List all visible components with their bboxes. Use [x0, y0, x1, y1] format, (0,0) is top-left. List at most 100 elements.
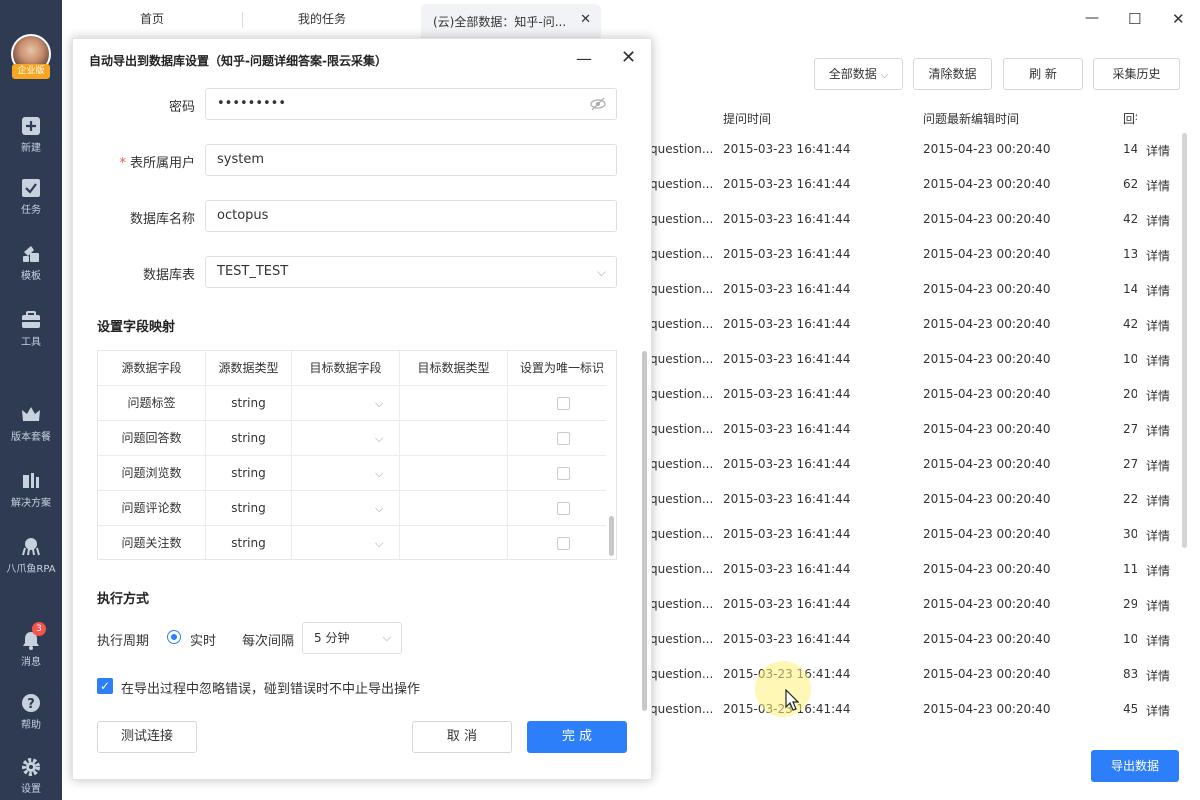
- mapping-target-type: [400, 386, 508, 421]
- ignore-errors-checkbox[interactable]: ✓: [97, 678, 113, 694]
- mapping-target-type: [400, 526, 508, 559]
- sidebar-item-tasks[interactable]: 任务: [0, 178, 62, 216]
- unique-key-checkbox[interactable]: [557, 467, 570, 480]
- detail-link[interactable]: 详情: [1146, 492, 1170, 509]
- detail-link[interactable]: 详情: [1146, 457, 1170, 474]
- tab-my-tasks[interactable]: 我的任务: [298, 10, 346, 32]
- minimize-window-icon[interactable]: —: [1085, 10, 1099, 26]
- sidebar-item-new[interactable]: 新建: [0, 116, 62, 154]
- maximize-window-icon[interactable]: ☐: [1128, 10, 1141, 28]
- detail-link[interactable]: 详情: [1146, 527, 1170, 544]
- cell-answer-count: 144: [1123, 282, 1137, 296]
- sidebar-item-rpa[interactable]: 八爪鱼RPA: [0, 537, 62, 575]
- mapping-source-field: 问题评论数: [98, 491, 206, 526]
- detail-link[interactable]: 详情: [1146, 597, 1170, 614]
- column-header-edit-time[interactable]: 问题最新编辑时间: [923, 110, 1019, 127]
- mapping-source-field: 问题回答数: [98, 421, 206, 456]
- export-settings-dialog: 自动导出到数据库设置（知乎-问题详细答案-限云采集） — ✕ 密码 ••••••…: [72, 38, 652, 780]
- mapping-scrollbar[interactable]: [609, 516, 614, 556]
- mapping-target-field-select[interactable]: [292, 421, 400, 456]
- detail-link[interactable]: 详情: [1146, 632, 1170, 649]
- done-button[interactable]: 完 成: [527, 721, 627, 753]
- detail-link[interactable]: 详情: [1146, 212, 1170, 229]
- cell-answer-count: 427: [1123, 317, 1137, 331]
- sidebar-item-settings[interactable]: 设置: [0, 757, 62, 795]
- unique-key-checkbox[interactable]: [557, 502, 570, 515]
- sidebar-item-solutions[interactable]: 解决方案: [0, 471, 62, 509]
- dbname-field[interactable]: octopus: [205, 200, 617, 232]
- sidebar-item-help[interactable]: ? 帮助: [0, 693, 62, 731]
- cell-ask-time: 2015-03-23 16:41:44: [723, 177, 851, 191]
- detail-link[interactable]: 详情: [1146, 317, 1170, 334]
- history-button[interactable]: 采集历史: [1093, 58, 1180, 90]
- mapping-target-field-select[interactable]: [292, 526, 400, 559]
- minimize-icon[interactable]: —: [576, 49, 592, 68]
- cell-answer-count: 200: [1123, 387, 1137, 401]
- cell-ask-time: 2015-03-23 16:41:44: [723, 492, 851, 506]
- export-data-button[interactable]: 导出数据: [1091, 750, 1179, 782]
- table-scrollbar[interactable]: [1182, 133, 1187, 548]
- close-icon[interactable]: ✕: [621, 47, 636, 68]
- close-icon[interactable]: ✕: [580, 12, 591, 27]
- mapping-target-type: [400, 421, 508, 456]
- detail-link[interactable]: 详情: [1146, 142, 1170, 159]
- password-field[interactable]: •••••••••: [205, 88, 617, 120]
- sidebar-item-messages[interactable]: 3 消息: [0, 622, 62, 668]
- detail-link[interactable]: 详情: [1146, 247, 1170, 264]
- chevron-down-icon: ⌵: [880, 70, 889, 81]
- unique-key-checkbox[interactable]: [557, 432, 570, 445]
- tab-home[interactable]: 首页: [140, 10, 164, 32]
- cell-ask-time: 2015-03-23 16:41:44: [723, 562, 851, 576]
- column-header-answers[interactable]: 回答: [1123, 110, 1137, 127]
- detail-link[interactable]: 详情: [1146, 177, 1170, 194]
- exec-period-label: 执行周期: [97, 634, 150, 649]
- cell-question-url: question...: [650, 317, 714, 331]
- mapping-header-row: 源数据字段 源数据类型 目标数据字段 目标数据类型 设置为唯一标识: [98, 351, 606, 386]
- detail-link[interactable]: 详情: [1146, 702, 1170, 719]
- test-connection-button[interactable]: 测试连接: [97, 721, 197, 753]
- detail-link[interactable]: 详情: [1146, 352, 1170, 369]
- mapping-row: 问题关注数 string ⌵: [98, 526, 606, 559]
- column-header-ask-time[interactable]: 提问时间: [723, 110, 771, 127]
- mapping-target-field-select[interactable]: [292, 456, 400, 491]
- unique-key-checkbox[interactable]: [557, 537, 570, 550]
- realtime-label[interactable]: 实时: [190, 630, 216, 649]
- detail-link[interactable]: 详情: [1146, 562, 1170, 579]
- cell-edit-time: 2015-04-23 00:20:40: [923, 597, 1051, 611]
- cell-edit-time: 2015-04-23 00:20:40: [923, 352, 1051, 366]
- cell-edit-time: 2015-04-23 00:20:40: [923, 457, 1051, 471]
- clear-data-button[interactable]: 清除数据: [913, 58, 992, 90]
- avatar[interactable]: 企业版: [11, 34, 51, 79]
- cell-ask-time: 2015-03-23 16:41:44: [723, 317, 851, 331]
- cell-edit-time: 2015-04-23 00:20:40: [923, 177, 1051, 191]
- mapping-target-field-select[interactable]: [292, 491, 400, 526]
- detail-link[interactable]: 详情: [1146, 667, 1170, 684]
- dbtable-select[interactable]: TEST_TEST ⌵: [205, 256, 617, 288]
- mapping-header-target-field: 目标数据字段: [292, 351, 400, 386]
- dialog-scrollbar[interactable]: [642, 351, 647, 711]
- eye-hidden-icon[interactable]: [590, 89, 606, 130]
- cancel-button[interactable]: 取 消: [412, 721, 512, 753]
- sidebar-item-plans[interactable]: 版本套餐: [0, 405, 62, 443]
- unique-key-checkbox[interactable]: [557, 397, 570, 410]
- tab-active-data[interactable]: (云)全部数据：知乎-问... ✕: [421, 4, 601, 38]
- interval-select[interactable]: 5 分钟 ⌵: [302, 622, 402, 654]
- realtime-radio[interactable]: [167, 630, 181, 644]
- cell-ask-time: 2015-03-23 16:41:44: [723, 212, 851, 226]
- detail-link[interactable]: 详情: [1146, 282, 1170, 299]
- cell-question-url: question...: [650, 142, 714, 156]
- close-window-icon[interactable]: ✕: [1172, 10, 1185, 28]
- svg-text:?: ?: [27, 697, 35, 712]
- refresh-button[interactable]: 刷 新: [1003, 58, 1083, 90]
- data-filter-select[interactable]: 全部数据 ⌵: [814, 58, 903, 90]
- sidebar-item-tools[interactable]: 工具: [0, 310, 62, 348]
- ignore-errors-label[interactable]: 在导出过程中忽略错误，碰到错误时不中止导出操作: [121, 678, 420, 697]
- cell-answer-count: 10: [1123, 352, 1137, 366]
- owner-field[interactable]: system: [205, 144, 617, 176]
- mapping-target-field-select[interactable]: [292, 386, 400, 421]
- sidebar-item-templates[interactable]: 模板: [0, 244, 62, 282]
- cell-answer-count: 305: [1123, 527, 1137, 541]
- detail-link[interactable]: 详情: [1146, 387, 1170, 404]
- detail-link[interactable]: 详情: [1146, 422, 1170, 439]
- cell-question-url: question...: [650, 247, 714, 261]
